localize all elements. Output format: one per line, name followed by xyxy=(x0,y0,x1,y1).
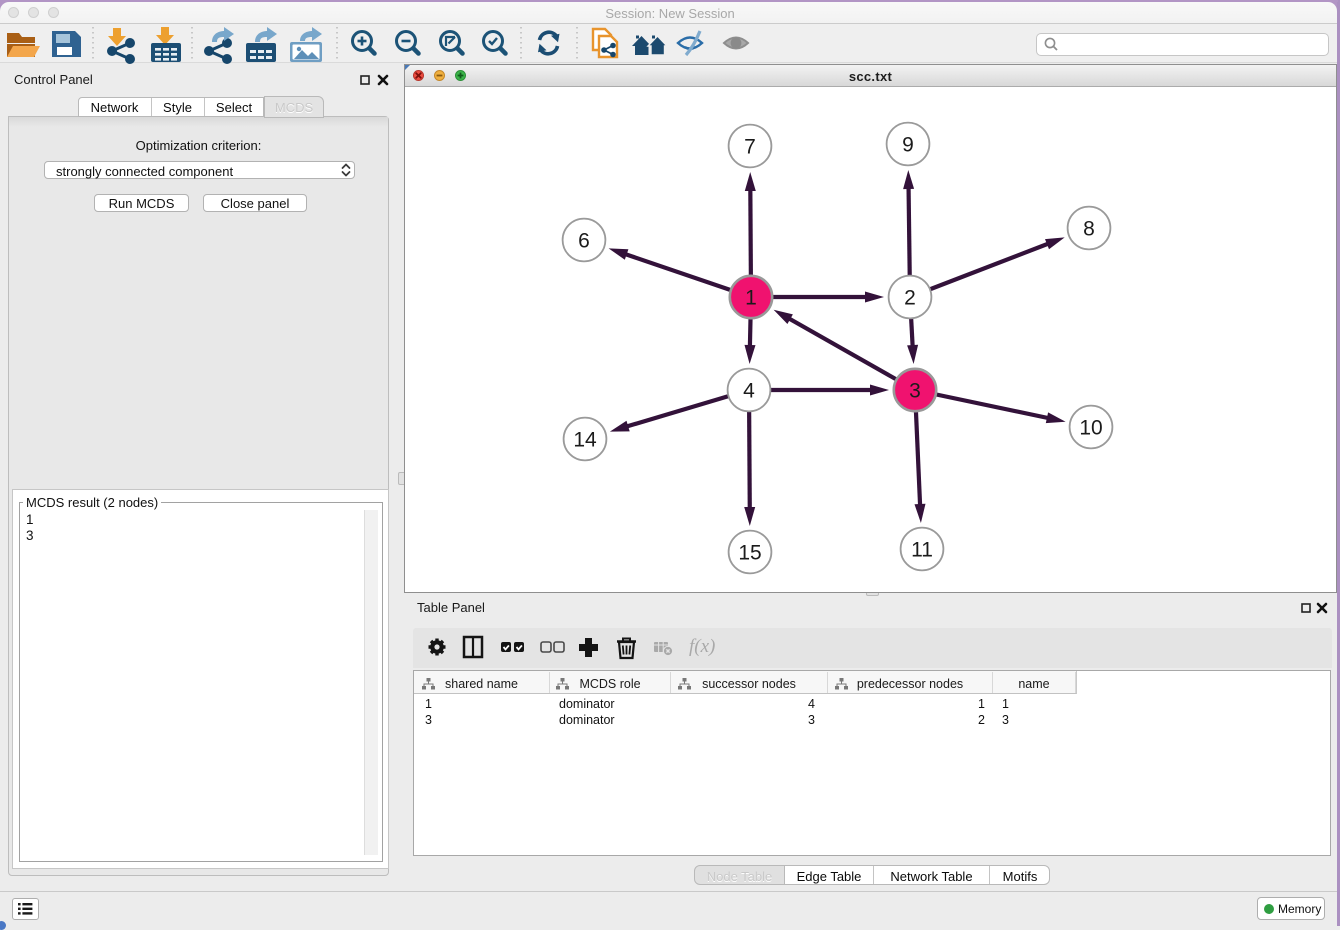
svg-text:9: 9 xyxy=(902,134,914,157)
svg-text:14: 14 xyxy=(573,429,597,452)
svg-text:3: 3 xyxy=(909,380,921,403)
svg-text:8: 8 xyxy=(1083,218,1095,241)
svg-text:1: 1 xyxy=(745,287,757,310)
svg-text:15: 15 xyxy=(738,542,761,565)
svg-text:10: 10 xyxy=(1079,417,1102,440)
svg-text:11: 11 xyxy=(911,539,933,562)
svg-text:2: 2 xyxy=(904,287,916,310)
svg-text:7: 7 xyxy=(744,136,756,159)
svg-text:6: 6 xyxy=(578,230,590,253)
svg-text:4: 4 xyxy=(743,380,755,403)
